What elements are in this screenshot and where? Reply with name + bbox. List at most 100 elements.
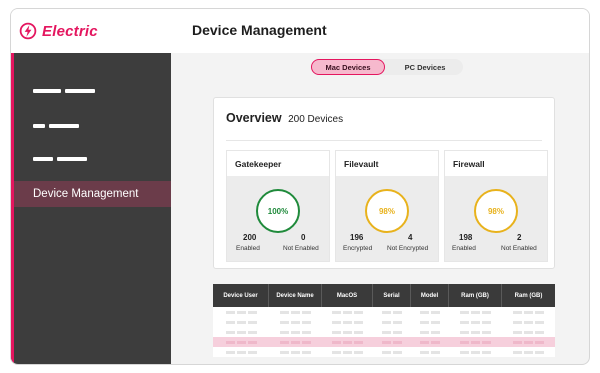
enabled-label: Enabled: [236, 245, 260, 252]
mac-devices-tab[interactable]: Mac Devices: [311, 59, 385, 75]
table-row[interactable]: [213, 337, 555, 347]
table-cell: [322, 340, 373, 344]
firewall-card: Firewall 98% 198 Enabled 2 Not Enabled: [444, 150, 548, 262]
column-header[interactable]: Serial: [373, 284, 411, 307]
redacted-text: [393, 310, 402, 314]
redacted-text: [535, 350, 544, 354]
redacted-text: [513, 340, 522, 344]
redacted-text: [382, 310, 391, 314]
table-cell: [373, 320, 411, 324]
table-cell: [502, 320, 555, 324]
redacted-text: [482, 350, 491, 354]
redacted-text: [291, 310, 300, 314]
redacted-text: [513, 320, 522, 324]
table-row[interactable]: [213, 347, 555, 357]
page-title: Device Management: [192, 22, 327, 38]
filevault-card: Filevault 98% 196 Encrypted 4 Not Encryp…: [335, 150, 439, 262]
redacted-text: [524, 310, 533, 314]
redacted-text: [471, 330, 480, 334]
column-header[interactable]: Device Name: [269, 284, 322, 307]
redacted-text: [247, 310, 257, 314]
overview-title: Overview: [226, 111, 282, 125]
device-count: 200 Devices: [288, 114, 344, 125]
table-cell: [411, 350, 449, 354]
redacted-text: [225, 330, 235, 334]
sidebar-item-1[interactable]: [14, 78, 171, 104]
sidebar-item-device-management[interactable]: Device Management: [14, 181, 171, 207]
table-cell: [269, 330, 322, 334]
redacted-text: [354, 350, 363, 354]
table-cell: [373, 350, 411, 354]
not-encrypted-count: 4: [408, 233, 413, 242]
not-enabled-count: 0: [301, 233, 306, 242]
table-cell: [213, 350, 269, 354]
sidebar-item-2[interactable]: [14, 113, 171, 139]
redacted-text: [343, 310, 352, 314]
not-encrypted-label: Not Encrypted: [387, 245, 429, 252]
table-cell: [373, 340, 411, 344]
table-cell: [269, 350, 322, 354]
overview-heading: Overview 200 Devices: [226, 111, 343, 125]
redacted-text: [524, 330, 533, 334]
redacted-text: [460, 340, 469, 344]
table-cell: [322, 330, 373, 334]
redacted-text: [513, 310, 522, 314]
sidebar: Device Management: [11, 53, 171, 364]
redacted-text: [247, 330, 257, 334]
redacted-text: [535, 310, 544, 314]
redacted-text: [302, 320, 311, 324]
table-cell: [411, 310, 449, 314]
redacted-text: [482, 330, 491, 334]
column-header[interactable]: MacOS: [322, 284, 373, 307]
redacted-text: [420, 340, 429, 344]
table-cell: [213, 340, 269, 344]
redacted-text: [431, 320, 440, 324]
table-cell: [411, 330, 449, 334]
table-cell: [373, 330, 411, 334]
redacted-text: [382, 340, 391, 344]
redacted-text: [291, 340, 300, 344]
gatekeeper-card: Gatekeeper 100% 200 Enabled 0 Not Enable…: [226, 150, 330, 262]
table-row[interactable]: [213, 327, 555, 337]
redacted-text: [420, 330, 429, 334]
column-header[interactable]: Ram (GB): [449, 284, 502, 307]
pc-devices-tab[interactable]: PC Devices: [389, 59, 461, 75]
progress-ring: 100%: [256, 189, 300, 233]
redacted-text: [431, 350, 440, 354]
not-enabled-label: Not Enabled: [283, 245, 319, 252]
enabled-count: 200: [243, 233, 257, 242]
column-header[interactable]: Ram (GB): [502, 284, 555, 307]
progress-ring: 98%: [474, 189, 518, 233]
redacted-text: [236, 310, 246, 314]
table-row[interactable]: [213, 307, 555, 317]
sidebar-item-3[interactable]: [14, 146, 171, 172]
table-cell: [322, 310, 373, 314]
table-cell: [269, 310, 322, 314]
column-header[interactable]: Model: [411, 284, 449, 307]
redacted-text: [225, 310, 235, 314]
table-body: [213, 307, 555, 357]
progress-ring: 98%: [365, 189, 409, 233]
table-row[interactable]: [213, 317, 555, 327]
app-window: Electric Device Management Device Manage…: [10, 8, 590, 365]
overview-card: Overview 200 Devices Gatekeeper 100% 200…: [213, 97, 555, 269]
redacted-text: [280, 310, 289, 314]
column-header[interactable]: Device User: [213, 284, 269, 307]
top-bar: Electric Device Management: [11, 9, 589, 53]
brand[interactable]: Electric: [19, 9, 171, 53]
redacted-text: [236, 350, 246, 354]
stat-title: Gatekeeper: [227, 151, 329, 176]
redacted-text: [482, 340, 491, 344]
redacted-text: [247, 340, 257, 344]
redacted-text: [382, 330, 391, 334]
table-cell: [269, 320, 322, 324]
redacted-label: [65, 89, 95, 93]
redacted-text: [460, 330, 469, 334]
stat-title: Firewall: [445, 151, 547, 176]
redacted-text: [535, 330, 544, 334]
redacted-text: [225, 340, 235, 344]
redacted-text: [471, 350, 480, 354]
redacted-text: [382, 350, 391, 354]
sidebar-item-label: Device Management: [33, 188, 139, 200]
redacted-label: [33, 89, 61, 93]
